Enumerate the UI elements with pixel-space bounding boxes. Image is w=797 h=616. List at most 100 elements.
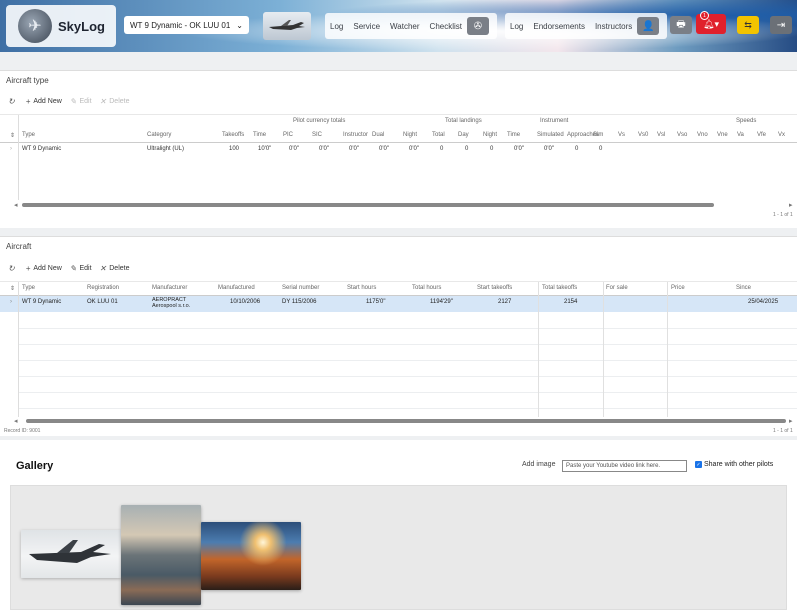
add-new-button[interactable]: + Add New <box>26 264 62 273</box>
refresh-button[interactable]: ↻ <box>8 97 18 106</box>
table-cell: WT 9 Dynamic <box>22 299 62 305</box>
language-button[interactable]: ⇆ <box>737 16 759 34</box>
column-header[interactable]: For sale <box>606 285 628 291</box>
aircraft-type-header-row: ⇕ Type Category Takeoffs Time PIC SIC In… <box>0 132 797 142</box>
column-header[interactable]: Time <box>507 132 520 138</box>
youtube-link-input[interactable]: Paste your Youtube video link here. <box>562 460 687 472</box>
aircraft-select[interactable]: WT 9 Dynamic - OK LUU 01 ⌄ <box>124 16 249 34</box>
nav-main: Log Service Watcher Checklist ✇ <box>325 13 497 39</box>
column-header[interactable]: Type <box>22 285 35 291</box>
print-icon[interactable]: 🖶 <box>670 16 692 34</box>
table-cell: 0'0" <box>319 146 329 152</box>
empty-row <box>18 392 797 393</box>
table-row[interactable]: › WT 9 Dynamic OK LUU 01 AEROPRACT Aeros… <box>0 297 797 311</box>
row-selector[interactable]: › <box>10 299 12 305</box>
gallery-title: Gallery <box>16 460 54 472</box>
column-header[interactable]: Vs <box>618 132 625 138</box>
column-header[interactable]: Night <box>403 132 417 138</box>
column-header[interactable]: Total hours <box>412 285 441 291</box>
column-header[interactable]: Category <box>147 132 171 138</box>
column-header[interactable]: Start hours <box>347 285 376 291</box>
table-cell: 1194'29" <box>430 299 453 305</box>
column-header[interactable]: Simulated <box>537 132 564 138</box>
aircraft-toolbar: ↻ + Add New ✎ Edit ✕ Delete <box>8 264 137 273</box>
column-header[interactable]: Night <box>483 132 497 138</box>
column-header[interactable]: Vfe <box>757 132 766 138</box>
table-cell: 0'0" <box>544 146 554 152</box>
gallery-image-fjord[interactable] <box>121 505 201 605</box>
column-header[interactable]: Vne <box>717 132 728 138</box>
column-header[interactable]: Total <box>432 132 445 138</box>
gallery-image-autumn-tree[interactable] <box>201 522 301 590</box>
delete-button[interactable]: ✕ Delete <box>100 264 130 273</box>
column-header[interactable]: Instructor <box>343 132 368 138</box>
fan-icon[interactable]: ✇ <box>467 17 489 35</box>
nav-instructors[interactable]: Instructors <box>595 22 632 31</box>
scroll-right-icon[interactable]: ▸ <box>789 201 793 209</box>
column-header[interactable]: PIC <box>283 132 293 138</box>
column-header[interactable]: Total takeoffs <box>542 285 577 291</box>
column-header[interactable]: Vso <box>677 132 687 138</box>
share-checkbox[interactable]: ✓ Share with other pilots <box>695 461 773 468</box>
column-header[interactable]: Start takeoffs <box>477 285 512 291</box>
column-header[interactable]: SIC <box>312 132 322 138</box>
table-cell: 2127 <box>498 299 512 305</box>
gallery-image-aircraft[interactable] <box>21 530 121 578</box>
aircraft-thumbnail[interactable] <box>263 12 311 40</box>
column-header[interactable]: Sim <box>593 132 603 138</box>
edit-button[interactable]: ✎ Edit <box>70 97 92 106</box>
column-header[interactable]: Vsl <box>657 132 665 138</box>
nav-service[interactable]: Service <box>353 22 380 31</box>
nav-endorsements[interactable]: Endorsements <box>533 22 585 31</box>
add-new-button[interactable]: + Add New <box>26 97 62 106</box>
nav-checklist[interactable]: Checklist <box>430 22 462 31</box>
logout-button[interactable]: ⇥ <box>770 16 792 34</box>
horizontal-scrollbar[interactable] <box>26 419 786 423</box>
scroll-left-icon[interactable]: ◂ <box>14 201 18 209</box>
empty-row <box>18 344 797 345</box>
column-header[interactable]: Registration <box>87 285 119 291</box>
user-icon[interactable]: 👤 <box>637 17 660 35</box>
column-header[interactable]: Vx <box>778 132 785 138</box>
table-cell: 0 <box>490 146 494 152</box>
column-header[interactable]: Vno <box>697 132 708 138</box>
nav-watcher[interactable]: Watcher <box>390 22 420 31</box>
table-cell: WT 9 Dynamic <box>22 146 62 152</box>
skylog-app: ✈ SkyLog WT 9 Dynamic - OK LUU 01 ⌄ Log … <box>0 0 797 616</box>
column-header[interactable]: Takeoffs <box>222 132 244 138</box>
column-header[interactable]: Serial number <box>282 285 319 291</box>
close-icon: ✕ <box>99 264 107 273</box>
column-header[interactable]: Manufacturer <box>152 285 187 291</box>
plus-icon: + <box>25 264 31 273</box>
column-header[interactable]: Time <box>253 132 266 138</box>
row-selector[interactable]: › <box>10 146 12 152</box>
group-header: Total landings <box>445 118 482 124</box>
empty-row <box>18 376 797 377</box>
refresh-icon: ↻ <box>8 97 15 106</box>
column-header[interactable]: Type <box>22 132 35 138</box>
skylog-logo: ✈ <box>18 9 52 43</box>
delete-button[interactable]: ✕ Delete <box>100 97 130 106</box>
nav-log[interactable]: Log <box>330 22 343 31</box>
close-icon: ✕ <box>99 97 107 106</box>
horizontal-scrollbar[interactable] <box>22 203 714 207</box>
column-header[interactable]: Vs0 <box>638 132 648 138</box>
column-header[interactable]: Since <box>736 285 751 291</box>
divider <box>667 282 668 417</box>
table-row[interactable]: › WT 9 Dynamic Ultralight (UL) 100 10'0"… <box>0 146 797 156</box>
youtube-link-placeholder: Paste your Youtube video link here. <box>566 463 661 469</box>
edit-button[interactable]: ✎ Edit <box>70 264 92 273</box>
refresh-button[interactable]: ↻ <box>8 264 18 273</box>
column-header[interactable]: Day <box>458 132 469 138</box>
column-header[interactable]: Price <box>671 285 685 291</box>
table-cell: 100 <box>229 146 240 152</box>
nav-log-2[interactable]: Log <box>510 22 523 31</box>
column-header[interactable]: Manufactured <box>218 285 255 291</box>
bell-icon: 🔔︎▾ <box>703 18 719 29</box>
group-header-row: Pilot currency totals Total landings Ins… <box>0 118 797 128</box>
scroll-left-icon[interactable]: ◂ <box>14 417 18 425</box>
scroll-right-icon[interactable]: ▸ <box>789 417 793 425</box>
brand[interactable]: ✈ SkyLog <box>6 5 116 47</box>
column-header[interactable]: Va <box>737 132 744 138</box>
column-header[interactable]: Dual <box>372 132 384 138</box>
